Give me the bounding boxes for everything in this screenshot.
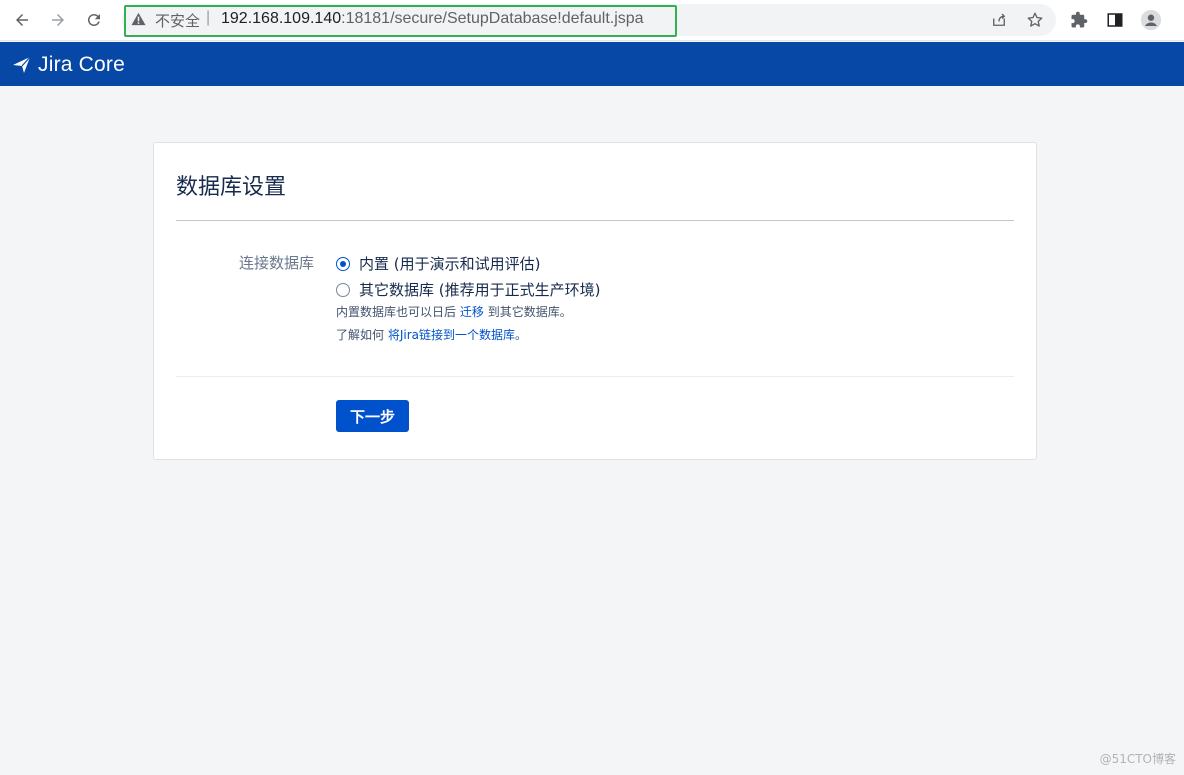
reload-icon[interactable]	[82, 8, 106, 32]
database-setup-card: 数据库设置 连接数据库 内置 (用于演示和试用评估) 其它数据库 (推荐用于正式…	[153, 142, 1037, 460]
warning-icon	[131, 12, 146, 26]
url-text[interactable]: 192.168.109.140:18181/secure/SetupDataba…	[221, 10, 644, 28]
radio-builtin[interactable]	[336, 256, 350, 271]
help-text-migrate: 内置数据库也可以日后 迁移 到其它数据库。	[336, 303, 572, 320]
back-icon[interactable]	[10, 8, 34, 32]
jira-logo[interactable]: Jira Core	[12, 53, 125, 77]
help1-text: 内置数据库也可以日后	[336, 305, 457, 319]
url-host: 192.168.109.140	[221, 10, 342, 27]
side-panel-icon[interactable]	[1103, 8, 1127, 32]
product-name: Jira Core	[38, 53, 125, 76]
radio-other[interactable]	[336, 282, 350, 297]
migrate-link[interactable]: 迁移	[460, 305, 484, 319]
radio-option-builtin[interactable]: 内置 (用于演示和试用评估)	[336, 253, 540, 274]
help2-suffix: 。	[515, 328, 528, 342]
connect-database-link[interactable]: 将Jira链接到一个数据库	[388, 328, 515, 342]
extensions-icon[interactable]	[1067, 8, 1091, 32]
share-icon[interactable]	[988, 9, 1010, 31]
buttons-divider	[176, 376, 1014, 377]
profile-icon[interactable]	[1139, 8, 1163, 32]
next-button[interactable]: 下一步	[336, 400, 409, 432]
radio-label-other: 其它数据库 (推荐用于正式生产环境)	[359, 281, 601, 299]
field-label-database: 连接数据库	[239, 254, 315, 272]
help-text-connect: 了解如何 将Jira链接到一个数据库。	[336, 326, 527, 343]
jira-logo-icon	[13, 56, 31, 73]
radio-option-other[interactable]: 其它数据库 (推荐用于正式生产环境)	[336, 279, 600, 300]
radio-label-builtin: 内置 (用于演示和试用评估)	[359, 255, 541, 273]
title-divider	[176, 220, 1014, 221]
help1-suffix: 到其它数据库。	[487, 305, 572, 319]
browser-toolbar: 不安全 | 192.168.109.140:18181/secure/Setup…	[0, 0, 1184, 41]
star-icon[interactable]	[1024, 9, 1046, 31]
url-path: :18181/secure/SetupDatabase!default.jspa	[341, 10, 644, 27]
page-title: 数据库设置	[176, 175, 287, 200]
url-separator: |	[206, 9, 211, 26]
app-header: Jira Core	[0, 42, 1184, 86]
watermark: @51CTO博客	[1099, 752, 1176, 766]
help2-text: 了解如何	[336, 328, 385, 342]
forward-icon[interactable]	[46, 8, 70, 32]
insecure-label[interactable]: 不安全	[155, 10, 200, 31]
